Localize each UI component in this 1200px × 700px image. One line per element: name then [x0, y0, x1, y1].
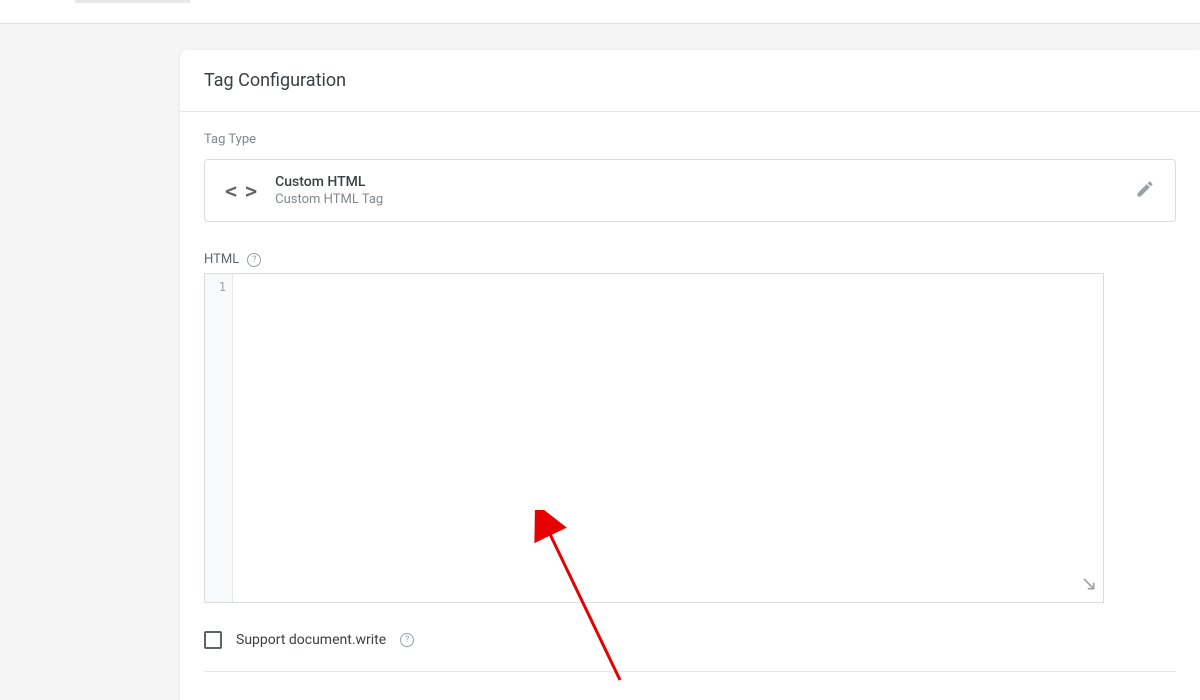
- tag-type-selector[interactable]: < > Custom HTML Custom HTML Tag: [204, 159, 1176, 222]
- html-label-row: HTML ?: [204, 252, 1176, 267]
- line-number: 1: [205, 278, 232, 296]
- tag-type-section-label: Tag Type: [204, 132, 1176, 147]
- support-document-write-label: Support document.write: [236, 632, 386, 648]
- divider: [204, 671, 1176, 672]
- panel-body: Tag Type < > Custom HTML Custom HTML Tag…: [180, 112, 1200, 692]
- panel-title: Tag Configuration: [180, 50, 1200, 112]
- top-bar: [0, 0, 1200, 24]
- tab-indicator: [75, 0, 190, 3]
- resize-handle-icon[interactable]: [1081, 576, 1097, 596]
- support-document-write-checkbox[interactable]: [204, 631, 222, 649]
- support-document-write-row: Support document.write ?: [204, 623, 1176, 657]
- tag-type-info: < > Custom HTML Custom HTML Tag: [225, 174, 383, 207]
- tag-configuration-panel: Tag Configuration Tag Type < > Custom HT…: [180, 50, 1200, 700]
- help-icon[interactable]: ?: [247, 253, 261, 267]
- html-label: HTML: [204, 252, 239, 267]
- edit-icon[interactable]: [1135, 179, 1155, 203]
- tag-type-text: Custom HTML Custom HTML Tag: [275, 174, 383, 207]
- html-code-editor[interactable]: 1: [204, 273, 1104, 603]
- editor-gutter: 1: [205, 274, 233, 602]
- editor-textarea[interactable]: [233, 274, 1103, 602]
- help-icon[interactable]: ?: [400, 633, 414, 647]
- tag-type-subtitle: Custom HTML Tag: [275, 192, 383, 207]
- tag-type-title: Custom HTML: [275, 174, 383, 190]
- code-icon: < >: [225, 179, 255, 203]
